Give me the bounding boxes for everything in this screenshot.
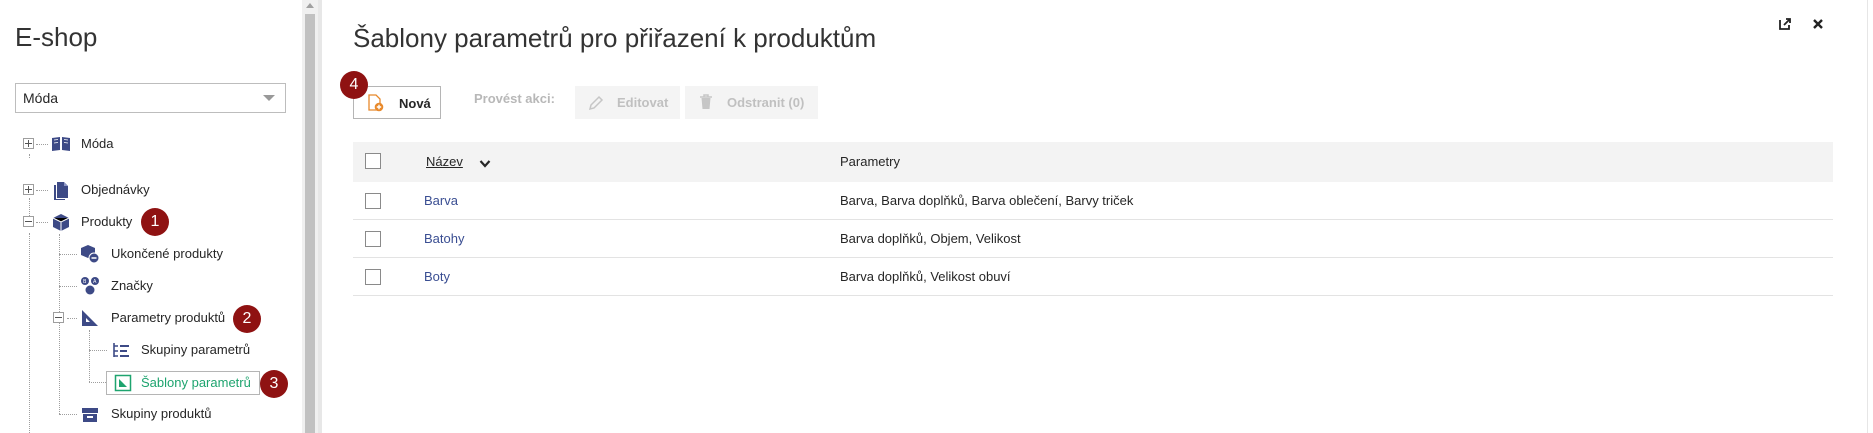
row-params: Barva doplňků, Velikost obuví [840, 269, 1011, 284]
row-params: Barva, Barva doplňků, Barva oblečení, Ba… [840, 193, 1134, 208]
brands-icon: BA [80, 276, 100, 296]
main-panel: Šablony parametrů pro přiřazení k produk… [322, 0, 1873, 433]
svg-text:A: A [93, 279, 97, 285]
table-row[interactable]: Boty Barva doplňků, Velikost obuví [353, 258, 1833, 296]
close-icon[interactable] [1809, 15, 1827, 33]
scroll-up-icon[interactable] [306, 3, 314, 8]
svg-text:B: B [83, 279, 87, 285]
collapse-parametry-toggle[interactable] [53, 312, 64, 323]
tree-item-objednavky[interactable]: Objednávky [81, 179, 150, 201]
step-badge-4: 4 [340, 71, 368, 99]
template-icon [113, 373, 133, 393]
tree-item-produkty[interactable]: Produkty [81, 211, 132, 233]
bulk-action-label: Provést akci: [474, 91, 555, 106]
step-badge-2: 2 [233, 305, 261, 333]
delete-button[interactable]: Odstranit (0) [685, 86, 818, 119]
documents-icon [51, 180, 71, 200]
step-badge-3: 3 [260, 370, 288, 398]
row-params: Barva doplňků, Objem, Velikost [840, 231, 1021, 246]
tree-item-skupiny-produktu[interactable]: Skupiny produktů [111, 403, 211, 425]
new-button-label: Nová [399, 96, 431, 111]
tree-item-moda[interactable]: Móda [81, 133, 114, 155]
row-name-link[interactable]: Batohy [424, 231, 464, 246]
edit-button-label: Editovat [617, 95, 669, 110]
row-name-link[interactable]: Barva [424, 193, 458, 208]
pencil-icon [587, 94, 605, 115]
row-name-link[interactable]: Boty [424, 269, 450, 284]
tree-item-znacky[interactable]: Značky [111, 275, 153, 297]
list-icon [111, 340, 131, 360]
box-discontinued-icon [80, 244, 100, 264]
right-scroll-edge [1867, 0, 1873, 433]
page-title: Šablony parametrů pro přiřazení k produk… [353, 23, 877, 53]
tree-item-ukoncene-produkty[interactable]: Ukončené produkty [111, 243, 223, 265]
tree-item-parametry-produktu[interactable]: Parametry produktů [111, 307, 225, 329]
sidebar-scrollbar[interactable] [302, 0, 318, 433]
tree-item-skupiny-parametru[interactable]: Skupiny parametrů [141, 339, 250, 361]
expand-objednavky-toggle[interactable] [23, 184, 34, 195]
delete-button-label: Odstranit (0) [727, 95, 805, 110]
expand-moda-toggle[interactable] [23, 138, 34, 149]
product-group-icon [80, 404, 100, 424]
table-row[interactable]: Batohy Barva doplňků, Objem, Velikost [353, 220, 1833, 258]
row-checkbox[interactable] [365, 269, 381, 285]
box-icon [51, 212, 71, 232]
sort-chevron-down-icon[interactable] [479, 156, 491, 174]
ruler-triangle-icon [80, 308, 100, 328]
table-row[interactable]: Barva Barva, Barva doplňků, Barva obleče… [353, 182, 1833, 220]
book-icon [51, 134, 71, 154]
new-document-icon [366, 94, 384, 115]
step-badge-1: 1 [141, 208, 169, 236]
sidebar: E-shop Móda Móda Objednávky Produkty 1 U… [0, 0, 302, 433]
column-header-parametry: Parametry [840, 154, 900, 169]
open-external-icon[interactable] [1776, 15, 1794, 33]
edit-button[interactable]: Editovat [575, 86, 680, 119]
table-header: Název Parametry [353, 142, 1833, 182]
scrollbar-thumb[interactable] [305, 14, 315, 433]
row-checkbox[interactable] [365, 231, 381, 247]
trash-icon [697, 93, 715, 114]
select-all-checkbox[interactable] [365, 153, 381, 169]
collapse-produkty-toggle[interactable] [23, 216, 34, 227]
content-tree: Móda Objednávky Produkty 1 Ukončené prod… [0, 0, 302, 433]
row-checkbox[interactable] [365, 193, 381, 209]
column-header-nazev[interactable]: Název [426, 154, 463, 169]
